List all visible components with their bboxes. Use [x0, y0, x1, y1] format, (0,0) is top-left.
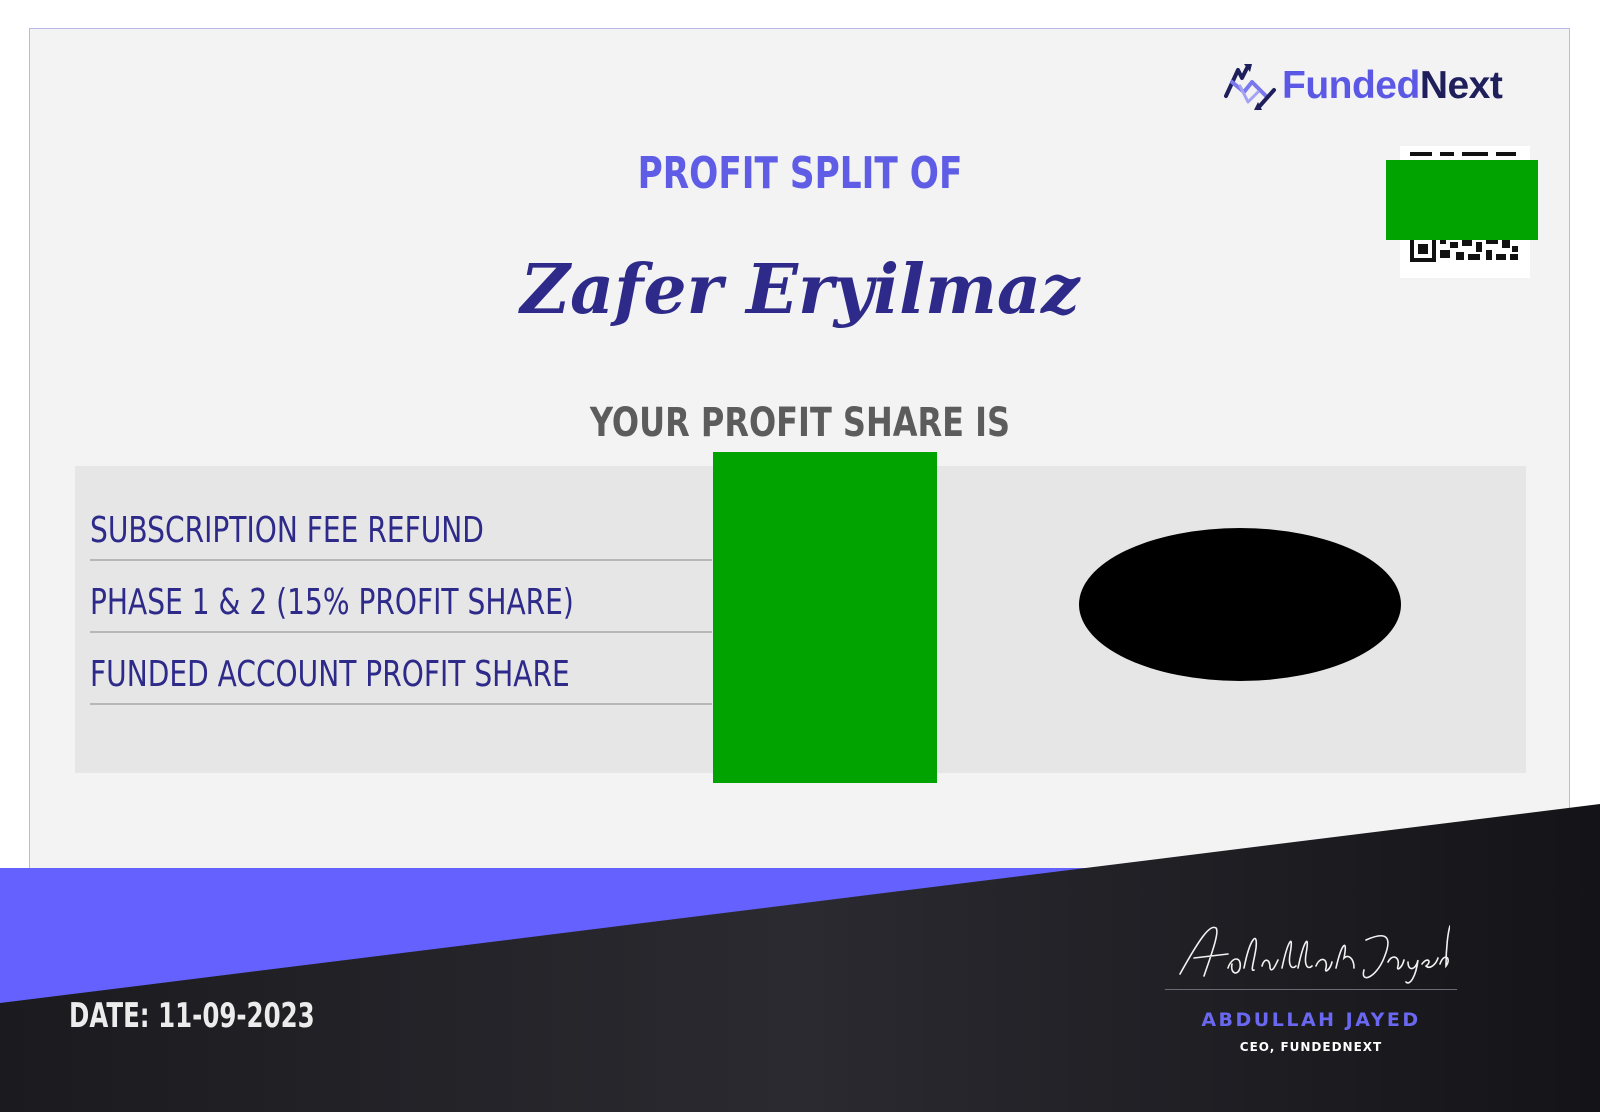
certificate-page: FundedNext PROFIT SPLIT OF Zafer Eryilma…: [0, 0, 1600, 1112]
certificate-date: DATE: 11-09-2023: [69, 996, 315, 1036]
signature-line: [1165, 989, 1457, 990]
signature-image: [1179, 925, 1450, 984]
signatory-name: ABDULLAH JAYED: [1201, 1009, 1421, 1031]
signatory-title: CEO, FUNDEDNEXT: [1239, 1040, 1383, 1054]
